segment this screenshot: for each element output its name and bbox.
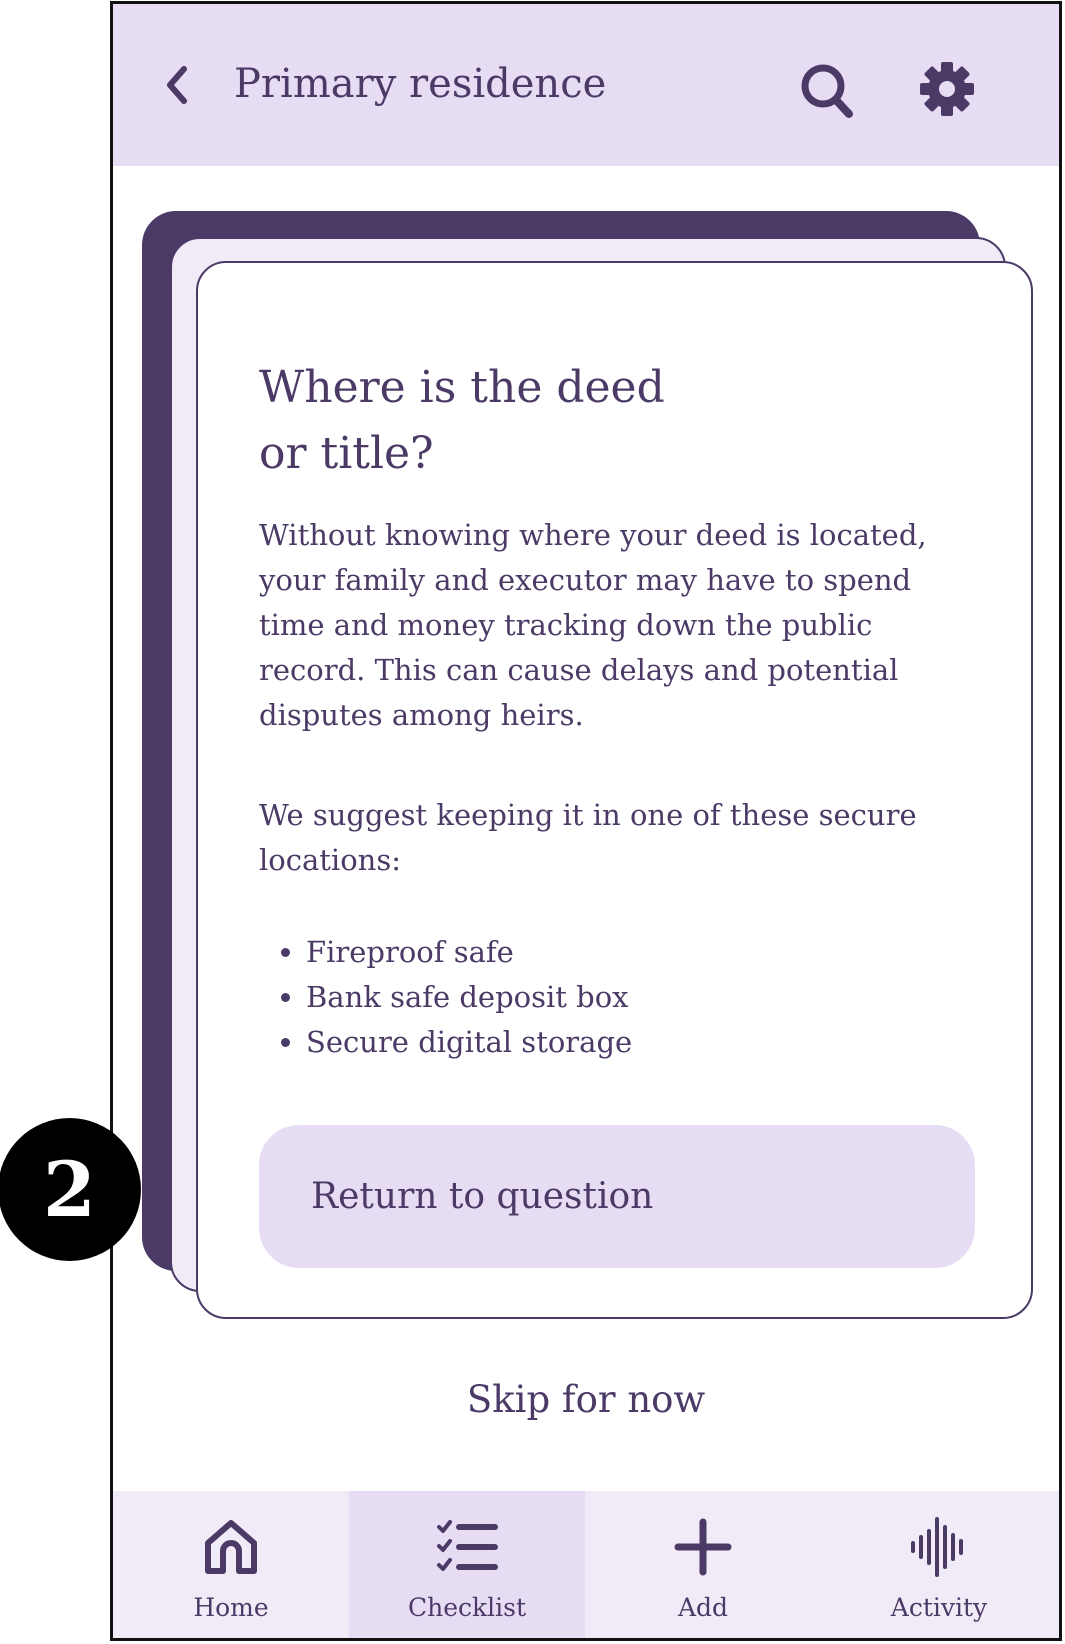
chevron-left-icon bbox=[167, 66, 187, 104]
page-title: Primary residence bbox=[234, 61, 607, 107]
card-paragraph-risk: Without knowing where your deed is locat… bbox=[259, 518, 927, 732]
nav-label-checklist: Checklist bbox=[407, 1593, 527, 1622]
home-icon bbox=[205, 1520, 257, 1574]
gear-icon bbox=[920, 62, 974, 116]
checklist-icon bbox=[437, 1520, 498, 1571]
card-title-line2: or title? bbox=[259, 428, 434, 479]
settings-button[interactable] bbox=[918, 60, 976, 118]
secure-locations-list: Fireproof safe Bank safe deposit box Sec… bbox=[259, 930, 632, 1065]
list-item: Secure digital storage bbox=[306, 1020, 632, 1065]
list-item: Bank safe deposit box bbox=[306, 975, 632, 1020]
nav-label-activity: Activity bbox=[890, 1593, 988, 1622]
nav-item-checklist[interactable]: Checklist bbox=[349, 1491, 585, 1638]
nav-label-home: Home bbox=[193, 1593, 269, 1622]
app-header: Primary residence bbox=[113, 4, 1059, 166]
skip-for-now-link[interactable]: Skip for now bbox=[113, 1378, 1059, 1421]
list-item: Fireproof safe bbox=[306, 930, 632, 975]
card-title: Where is the deed or title? bbox=[259, 355, 819, 487]
bottom-nav: Home Checklist Add Activity bbox=[113, 1491, 1059, 1638]
waveform-icon bbox=[911, 1517, 963, 1577]
step-number-badge: 2 bbox=[0, 1118, 141, 1261]
return-to-question-button[interactable]: Return to question bbox=[259, 1125, 975, 1268]
nav-item-activity[interactable]: Activity bbox=[821, 1491, 1057, 1638]
nav-item-add[interactable]: Add bbox=[585, 1491, 821, 1638]
search-button[interactable] bbox=[799, 61, 855, 121]
phone-frame: Primary residence Where is the deed or t… bbox=[110, 1, 1062, 1641]
search-icon bbox=[801, 64, 853, 118]
info-card: Where is the deed or title? Without know… bbox=[196, 261, 1033, 1319]
nav-item-home[interactable]: Home bbox=[113, 1491, 349, 1638]
back-button[interactable] bbox=[157, 62, 197, 108]
card-paragraph-suggestion: We suggest keeping it in one of these se… bbox=[259, 798, 917, 877]
card-title-line1: Where is the deed bbox=[259, 362, 665, 413]
nav-label-add: Add bbox=[677, 1593, 729, 1622]
plus-icon bbox=[674, 1518, 732, 1576]
